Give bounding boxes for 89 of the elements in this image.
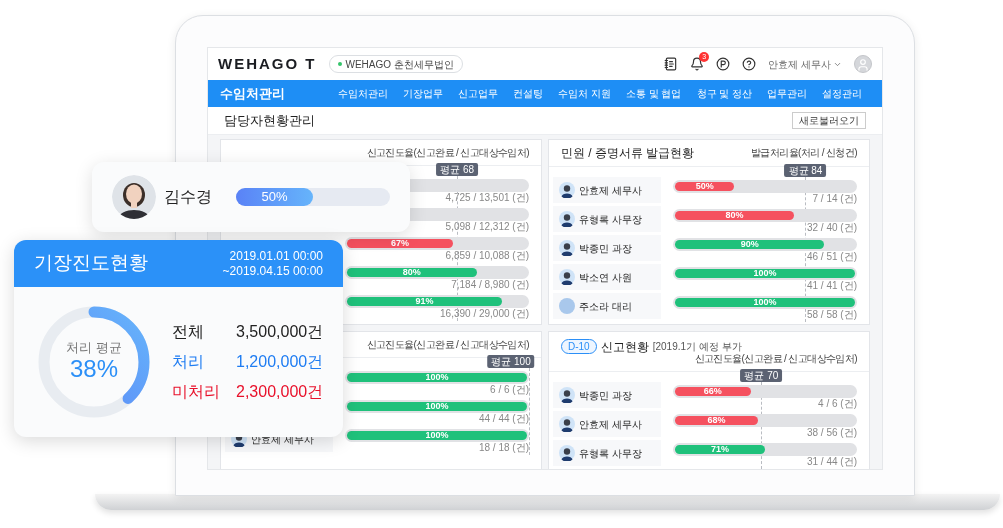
count-text: 6,859 / 10,088 (건) [445, 251, 529, 261]
progress-label: 66% [703, 387, 722, 396]
avatar-icon [559, 182, 575, 198]
count-text: 6 / 6 (건) [490, 385, 529, 395]
stat-label: 미처리 [172, 382, 220, 402]
stat-label: 처리 [172, 352, 205, 372]
progress-label: 50% [695, 182, 714, 191]
notes-icon[interactable] [664, 57, 679, 71]
progress-label: 100% [425, 431, 449, 440]
count-text: 41 / 41 (건) [806, 281, 857, 291]
staff-name: 주소라 대리 [579, 299, 632, 314]
card-title: 기장진도현황 [34, 251, 148, 276]
legend-text: 발급처리율(처리 / 신청건) [751, 148, 857, 158]
progress-label: 100% [425, 402, 449, 411]
staff-name: 유형록 사무장 [579, 446, 642, 461]
count-text: 5,098 / 12,312 (건) [445, 222, 529, 232]
progress-label: 100% [753, 269, 777, 278]
progress-label: 67% [391, 239, 410, 248]
count-text: 44 / 44 (건) [478, 414, 529, 424]
progress-label: 90% [740, 240, 759, 249]
avatar-icon [559, 387, 575, 403]
staff-name: 유형록 사무장 [579, 212, 642, 227]
date-text: ~2019.04.15 00:00 [222, 263, 323, 279]
refresh-button[interactable]: 새로불러오기 [792, 112, 866, 129]
donut-caption: 처리 평균 [66, 340, 122, 354]
progress-label: 71% [711, 445, 729, 454]
count-text: 32 / 40 (건) [806, 223, 857, 233]
staff-name: 박종민 과장 [579, 241, 632, 256]
progress-label: 50% [261, 188, 288, 207]
legend-text: 신고진도율(신고완료 / 신고대상수임처) [366, 339, 529, 350]
stat-label: 전체 [172, 322, 205, 342]
staff-name: 안효제 세무사 [579, 183, 642, 198]
progress-label: 91% [415, 297, 434, 306]
average-marker: 평균 70 [740, 369, 783, 382]
avatar-icon [559, 445, 575, 461]
avatar-icon [559, 416, 575, 432]
count-text: 16,390 / 29,000 (건) [440, 309, 529, 319]
help-icon[interactable] [742, 57, 757, 71]
avatar-icon [559, 269, 575, 285]
user-menu[interactable]: 안효제 세무사 [768, 56, 842, 72]
page-title: 담당자현황관리 [224, 111, 315, 130]
staff-name: 안효제 세무사 [579, 417, 642, 432]
count-text: 7 / 14 (건) [812, 194, 857, 204]
legend-text: 신고진도율(신고완료 / 신고대상수임처) [366, 147, 529, 158]
panel-title: 신고현황 [600, 340, 649, 353]
staff-name: 박종민 과장 [579, 388, 632, 403]
count-text: 38 / 56 (건) [806, 428, 857, 438]
count-text: 4 / 6 (건) [818, 399, 857, 409]
date-text: 2019.01.01 00:00 [229, 248, 323, 264]
staff-name: 박소연 사원 [579, 270, 632, 285]
legend-text: 신고진도율(신고완료 / 신고대상수임처) [694, 354, 857, 364]
person-name: 김수경 [164, 187, 212, 207]
progress-label: 100% [425, 373, 449, 382]
stat-value: 2,300,000건 [236, 382, 324, 402]
panel-subtitle: [2019.1기 예정 부가 [652, 341, 742, 352]
nav-item[interactable]: 소통 및 협업 [625, 86, 682, 101]
average-marker: 평균 84 [784, 164, 827, 177]
panel-title: 민원 / 증명서류 발급현황 [561, 147, 695, 159]
stat-value: 3,500,000건 [236, 322, 324, 342]
count-text: 46 / 51 (건) [806, 252, 857, 262]
progress-label: 80% [402, 268, 421, 277]
progress-label: 68% [707, 416, 726, 425]
count-text: 18 / 18 (건) [478, 443, 529, 453]
avatar-icon [559, 298, 575, 314]
points-icon[interactable] [716, 57, 731, 71]
nav-item[interactable]: 청구 및 정산 [696, 86, 753, 101]
average-marker: 평균 100 [487, 355, 535, 368]
logo: WEHAGO T [218, 53, 317, 74]
nav-item[interactable]: 컨설팅 [512, 86, 543, 101]
nav-title: 수임처관리 [220, 84, 286, 103]
notification-icon[interactable] [690, 57, 705, 71]
stat-value: 1,200,000건 [236, 352, 324, 372]
count-text: 4,725 / 13,501 (건) [445, 193, 529, 203]
avatar-icon [559, 240, 575, 256]
average-marker: 평균 68 [436, 163, 479, 176]
nav-item[interactable]: 신고업무 [457, 86, 498, 101]
d-day-badge: D-10 [561, 339, 597, 354]
nav-item[interactable]: 수임처 지원 [558, 86, 611, 101]
progress-label: 100% [753, 298, 777, 307]
avatar-icon [559, 211, 575, 227]
nav-item[interactable]: 업무관리 [767, 86, 808, 101]
nav-item[interactable]: 기장업무 [402, 86, 443, 101]
nav-item[interactable]: 설정관리 [822, 86, 863, 101]
progress-label: 80% [725, 211, 744, 220]
count-text: 7,184 / 8,980 (건) [451, 280, 529, 290]
count-text: 58 / 58 (건) [806, 310, 857, 320]
nav-item[interactable]: 수임처관리 [337, 86, 388, 101]
donut-value: 38% [69, 354, 118, 384]
count-text: 31 / 44 (건) [806, 457, 857, 467]
